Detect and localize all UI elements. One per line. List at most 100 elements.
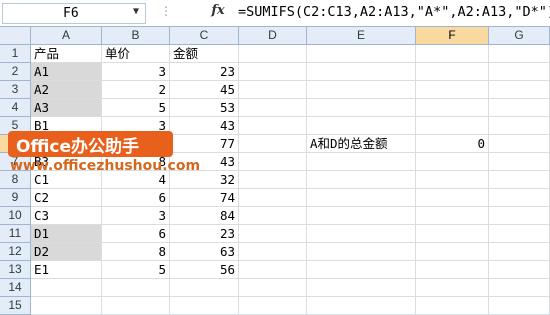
cell-f10[interactable]	[416, 207, 489, 225]
row-header[interactable]: 11	[0, 225, 31, 243]
column-header-a[interactable]: A	[31, 27, 102, 45]
cell-g12[interactable]	[489, 243, 550, 261]
cell-e6[interactable]: A和D的总金额	[307, 135, 416, 153]
row-header[interactable]: 9	[0, 189, 31, 207]
cell-b13[interactable]: 5	[102, 261, 170, 279]
cell-c1[interactable]: 金额	[170, 45, 239, 63]
column-header-f[interactable]: F	[416, 27, 489, 45]
cell-a10[interactable]: C3	[31, 207, 102, 225]
cell-f13[interactable]	[416, 261, 489, 279]
cell-f4[interactable]	[416, 99, 489, 117]
formula-input[interactable]: =SUMIFS(C2:C13,A2:A13,"A*",A2:A13,"D*")	[238, 4, 550, 20]
cell-a1[interactable]: 产品	[31, 45, 102, 63]
cell-d2[interactable]	[239, 63, 307, 81]
cell-d1[interactable]	[239, 45, 307, 63]
cell-f12[interactable]	[416, 243, 489, 261]
cell-b9[interactable]: 6	[102, 189, 170, 207]
cell-d8[interactable]	[239, 171, 307, 189]
cell-d5[interactable]	[239, 117, 307, 135]
row-header[interactable]: 10	[0, 207, 31, 225]
insert-function-button[interactable]: fx	[206, 3, 230, 22]
cell-d10[interactable]	[239, 207, 307, 225]
cell-e5[interactable]	[307, 117, 416, 135]
select-all-corner[interactable]	[0, 27, 31, 45]
cell-g6[interactable]	[489, 135, 550, 153]
cell-c11[interactable]: 23	[170, 225, 239, 243]
cell-f9[interactable]	[416, 189, 489, 207]
cell-b10[interactable]: 3	[102, 207, 170, 225]
cell-f15[interactable]	[416, 297, 489, 315]
row-header[interactable]: 2	[0, 63, 31, 81]
cell-b3[interactable]: 2	[102, 81, 170, 99]
cell-f3[interactable]	[416, 81, 489, 99]
cell-g15[interactable]	[489, 297, 550, 315]
cell-c14[interactable]	[170, 279, 239, 297]
cell-e10[interactable]	[307, 207, 416, 225]
column-header-e[interactable]: E	[307, 27, 416, 45]
cell-a13[interactable]: E1	[31, 261, 102, 279]
cell-g9[interactable]	[489, 189, 550, 207]
cell-f7[interactable]	[416, 153, 489, 171]
cell-c9[interactable]: 74	[170, 189, 239, 207]
cell-e8[interactable]	[307, 171, 416, 189]
row-header[interactable]: 13	[0, 261, 31, 279]
cell-g14[interactable]	[489, 279, 550, 297]
cell-a11[interactable]: D1	[31, 225, 102, 243]
cell-c6[interactable]: 77	[170, 135, 239, 153]
cell-c4[interactable]: 53	[170, 99, 239, 117]
cell-c10[interactable]: 84	[170, 207, 239, 225]
cell-g11[interactable]	[489, 225, 550, 243]
cell-c5[interactable]: 43	[170, 117, 239, 135]
cell-e11[interactable]	[307, 225, 416, 243]
row-header[interactable]: 3	[0, 81, 31, 99]
row-header[interactable]: 12	[0, 243, 31, 261]
cell-c12[interactable]: 63	[170, 243, 239, 261]
cell-e14[interactable]	[307, 279, 416, 297]
cell-a14[interactable]	[31, 279, 102, 297]
column-header-d[interactable]: D	[239, 27, 307, 45]
cell-b12[interactable]: 8	[102, 243, 170, 261]
cell-d14[interactable]	[239, 279, 307, 297]
cell-a12[interactable]: D2	[31, 243, 102, 261]
cell-c15[interactable]	[170, 297, 239, 315]
cell-b2[interactable]: 3	[102, 63, 170, 81]
cell-g13[interactable]	[489, 261, 550, 279]
cell-d3[interactable]	[239, 81, 307, 99]
cell-d15[interactable]	[239, 297, 307, 315]
cell-f8[interactable]	[416, 171, 489, 189]
row-header[interactable]: 15	[0, 297, 31, 315]
cell-g8[interactable]	[489, 171, 550, 189]
cell-e3[interactable]	[307, 81, 416, 99]
cell-a2[interactable]: A1	[31, 63, 102, 81]
cell-f2[interactable]	[416, 63, 489, 81]
cell-d4[interactable]	[239, 99, 307, 117]
cell-e7[interactable]	[307, 153, 416, 171]
cell-d13[interactable]	[239, 261, 307, 279]
cell-g10[interactable]	[489, 207, 550, 225]
cell-d7[interactable]	[239, 153, 307, 171]
cell-a4[interactable]: A3	[31, 99, 102, 117]
cell-c13[interactable]: 56	[170, 261, 239, 279]
cell-g5[interactable]	[489, 117, 550, 135]
cell-f14[interactable]	[416, 279, 489, 297]
cell-f6[interactable]: 0	[416, 135, 489, 153]
cell-f11[interactable]	[416, 225, 489, 243]
cell-g2[interactable]	[489, 63, 550, 81]
cell-e2[interactable]	[307, 63, 416, 81]
cell-d6[interactable]	[239, 135, 307, 153]
cell-b4[interactable]: 5	[102, 99, 170, 117]
name-box[interactable]: F6 ▼	[2, 3, 146, 24]
cell-f1[interactable]	[416, 45, 489, 63]
cell-b15[interactable]	[102, 297, 170, 315]
cell-e13[interactable]	[307, 261, 416, 279]
cell-a3[interactable]: A2	[31, 81, 102, 99]
cell-g4[interactable]	[489, 99, 550, 117]
row-header[interactable]: 4	[0, 99, 31, 117]
cell-b11[interactable]: 6	[102, 225, 170, 243]
cell-e12[interactable]	[307, 243, 416, 261]
cell-f5[interactable]	[416, 117, 489, 135]
cell-g1[interactable]	[489, 45, 550, 63]
cell-c3[interactable]: 45	[170, 81, 239, 99]
cell-d9[interactable]	[239, 189, 307, 207]
cell-e15[interactable]	[307, 297, 416, 315]
